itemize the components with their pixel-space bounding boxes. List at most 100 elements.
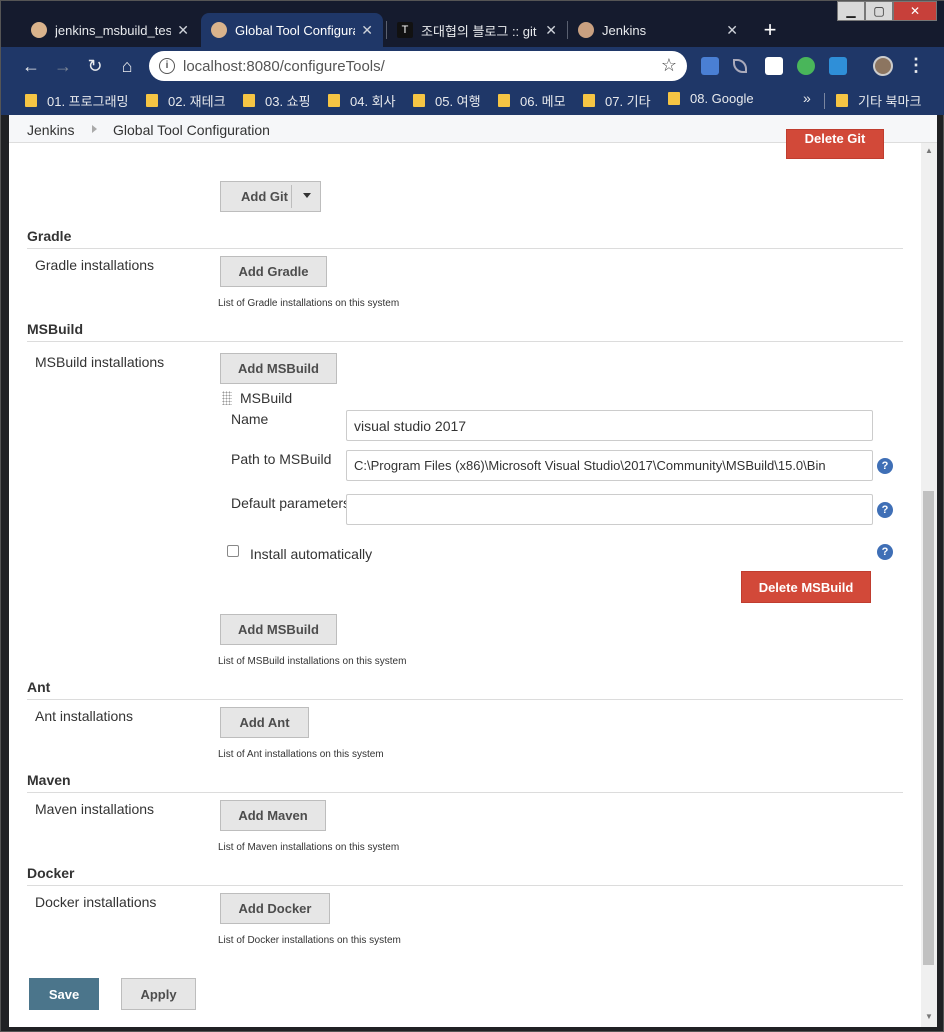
msbuild-path-input[interactable]: C:\Program Files (x86)\Microsoft Visual … — [346, 450, 873, 481]
new-tab-button[interactable]: + — [756, 17, 784, 45]
chevron-down-icon[interactable] — [303, 193, 311, 198]
gradle-hint: List of Gradle installations on this sys… — [218, 298, 400, 309]
close-tab-icon[interactable]: ✕ — [177, 22, 189, 39]
default-parameters-input[interactable] — [346, 494, 873, 525]
close-tab-icon[interactable]: ✕ — [545, 22, 557, 39]
bookmark-folder[interactable]: 04. 회사 — [328, 91, 396, 110]
save-button[interactable]: Save — [29, 978, 99, 1010]
reload-icon[interactable]: ↻ — [83, 54, 107, 78]
add-msbuild-button-top[interactable]: Add MSBuild — [220, 353, 337, 384]
folder-icon — [836, 94, 848, 107]
bookmark-label: 06. 메모 — [520, 94, 566, 109]
window-controls: ▁ ▢ ✕ — [837, 1, 937, 21]
green-extension-icon[interactable] — [797, 57, 815, 75]
folder-icon — [668, 92, 680, 105]
add-ant-button[interactable]: Add Ant — [220, 707, 309, 738]
other-bookmarks-folder[interactable]: 기타 북마크 — [836, 91, 921, 110]
help-icon[interactable]: ? — [877, 544, 893, 560]
bookmark-folder[interactable]: 06. 메모 — [498, 91, 566, 110]
delete-msbuild-button[interactable]: Delete MSBuild — [741, 571, 871, 603]
scrollbar-thumb[interactable] — [923, 491, 934, 965]
site-info-icon[interactable]: i — [159, 58, 175, 74]
section-divider — [27, 792, 903, 793]
install-automatically-label: Install automatically — [250, 546, 373, 562]
section-divider — [27, 885, 903, 886]
bookmark-label: 05. 여행 — [435, 94, 481, 109]
close-tab-icon[interactable]: ✕ — [361, 22, 373, 39]
msbuild-hint: List of MSBuild installations on this sy… — [218, 656, 407, 667]
translate-extension-icon[interactable] — [701, 57, 719, 75]
tab-blog[interactable]: T 조대협의 블로그 :: git ✕ — [387, 13, 567, 47]
scroll-down-icon[interactable]: ▼ — [923, 1011, 935, 1023]
bookmarks-bar: 01. 프로그래밍 02. 재테크 03. 쇼핑 04. 회사 05. 여행 0… — [1, 85, 944, 115]
tab-title: Global Tool Configura — [235, 22, 356, 38]
add-git-label: Add Git — [241, 189, 288, 204]
bookmark-folder[interactable]: 07. 기타 — [583, 91, 651, 110]
maximize-icon[interactable]: ▢ — [865, 1, 893, 21]
msbuild-section-title: MSBuild — [27, 321, 83, 337]
jenkins-favicon-icon — [578, 22, 594, 38]
bookmark-folder[interactable]: 08. Google — [668, 91, 754, 106]
scroll-up-icon[interactable]: ▲ — [923, 145, 935, 157]
address-bar[interactable]: i localhost:8080/configureTools/ ☆ — [149, 51, 687, 81]
bookmark-divider — [824, 93, 825, 109]
help-icon[interactable]: ? — [877, 458, 893, 474]
bookmark-star-icon[interactable]: ☆ — [661, 55, 677, 76]
install-automatically-checkbox[interactable] — [227, 545, 239, 557]
close-window-icon[interactable]: ✕ — [893, 1, 937, 21]
bookmark-label: 01. 프로그래밍 — [47, 94, 129, 109]
bookmark-folder[interactable]: 05. 여행 — [413, 91, 481, 110]
add-gradle-button[interactable]: Add Gradle — [220, 256, 327, 287]
msbuild-name-input[interactable]: visual studio 2017 — [346, 410, 873, 441]
browser-window: jenkins_msbuild_test ( ✕ Global Tool Con… — [0, 0, 944, 1032]
ant-installations-label: Ant installations — [35, 708, 134, 724]
browser-toolbar: ← → ↻ ⌂ i localhost:8080/configureTools/… — [1, 47, 944, 85]
tab-jenkins[interactable]: Jenkins ✕ — [568, 13, 748, 47]
minimize-icon[interactable]: ▁ — [837, 1, 865, 21]
breadcrumb-arrow-icon[interactable] — [92, 125, 97, 133]
apply-button[interactable]: Apply — [121, 978, 196, 1010]
more-bookmarks-icon[interactable]: » — [803, 90, 811, 106]
breadcrumb-current[interactable]: Global Tool Configuration — [113, 122, 270, 138]
help-icon[interactable]: ? — [877, 502, 893, 518]
bookmark-label: 03. 쇼핑 — [265, 94, 311, 109]
add-maven-button[interactable]: Add Maven — [220, 800, 326, 831]
delete-git-button[interactable]: Delete Git — [786, 129, 884, 159]
folder-icon — [243, 94, 255, 107]
page-content: Jenkins Global Tool Configuration Delete… — [9, 115, 937, 1027]
maven-section-title: Maven — [27, 772, 71, 788]
tab-global-tool-configuration[interactable]: Global Tool Configura ✕ — [201, 13, 383, 47]
gradle-installations-label: Gradle installations — [35, 257, 155, 273]
bookmark-folder[interactable]: 03. 쇼핑 — [243, 91, 311, 110]
add-docker-button[interactable]: Add Docker — [220, 893, 330, 924]
back-arrow-icon[interactable]: ← — [19, 54, 43, 78]
bookmark-folder[interactable]: 01. 프로그래밍 — [25, 91, 128, 110]
tab-title: jenkins_msbuild_test ( — [55, 22, 172, 38]
tab-title: Jenkins — [602, 22, 647, 38]
gradle-section-title: Gradle — [27, 228, 72, 244]
bookmark-label: 04. 회사 — [350, 94, 396, 109]
folder-icon — [25, 94, 37, 107]
docker-installations-label: Docker installations — [35, 894, 157, 910]
msbuild-item-title: MSBuild — [240, 390, 293, 406]
breadcrumb-jenkins-link[interactable]: Jenkins — [27, 122, 74, 138]
home-icon[interactable]: ⌂ — [115, 54, 139, 78]
url-text: localhost:8080/configureTools/ — [183, 58, 385, 75]
bookmark-folder[interactable]: 02. 재테크 — [146, 91, 226, 110]
forward-arrow-icon[interactable]: → — [51, 54, 75, 78]
close-tab-icon[interactable]: ✕ — [726, 22, 738, 39]
download-extension-icon[interactable] — [765, 57, 783, 75]
blue-extension-icon[interactable] — [829, 57, 847, 75]
folder-icon — [498, 94, 510, 107]
jenkins-favicon-icon — [211, 22, 227, 38]
send-extension-icon[interactable] — [733, 59, 747, 73]
section-divider — [27, 699, 903, 700]
browser-menu-icon[interactable]: ⋮ — [907, 55, 925, 76]
bookmark-label: 08. Google — [690, 91, 754, 106]
drag-handle-icon[interactable] — [222, 391, 232, 405]
profile-avatar[interactable] — [873, 56, 893, 76]
tab-jenkins-msbuild-test[interactable]: jenkins_msbuild_test ( ✕ — [21, 13, 199, 47]
add-msbuild-button-bottom[interactable]: Add MSBuild — [220, 614, 337, 645]
maven-hint: List of Maven installations on this syst… — [218, 842, 400, 853]
ant-section-title: Ant — [27, 679, 51, 695]
